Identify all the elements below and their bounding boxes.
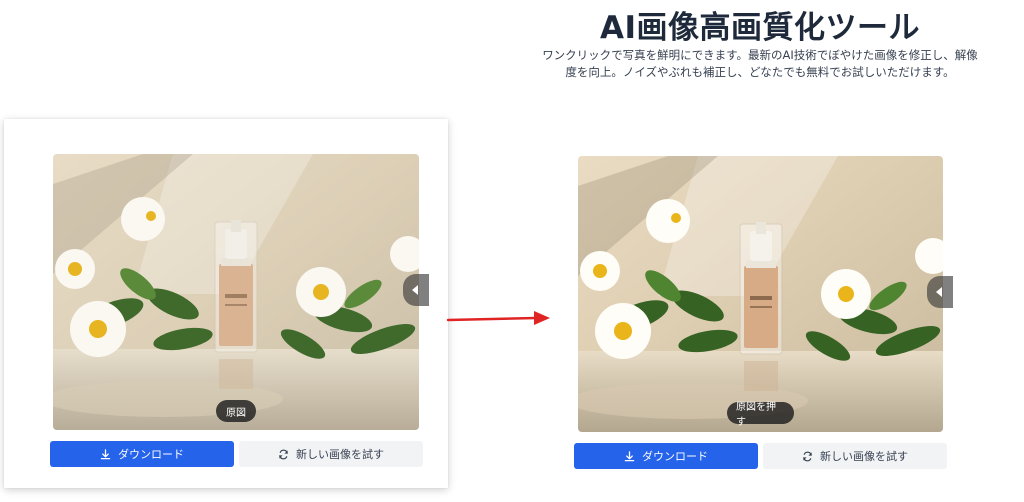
original-image: [53, 154, 419, 430]
try-new-image-button[interactable]: 新しい画像を試す: [239, 441, 423, 467]
compare-slider-handle[interactable]: [927, 276, 953, 308]
download-button-label: ダウンロード: [642, 450, 708, 463]
try-new-image-button[interactable]: 新しい画像を試す: [763, 443, 947, 469]
product-photo-original: [53, 154, 419, 430]
refresh-icon: [803, 451, 812, 461]
download-button[interactable]: ダウンロード: [50, 441, 234, 467]
page-description: ワンクリックで写真を鮮明にできます。最新のAI技術でぼやけた画像を修正し、解像度…: [542, 48, 978, 79]
page-title: AI画像高画質化ツール: [599, 10, 921, 46]
chevron-left-icon: [936, 287, 942, 297]
compare-slider-handle[interactable]: [403, 274, 429, 306]
download-icon: [624, 450, 635, 461]
download-icon: [100, 448, 111, 459]
download-button[interactable]: ダウンロード: [574, 443, 758, 469]
try-new-image-label: 新しい画像を試す: [820, 450, 908, 463]
product-photo-enhanced: [578, 156, 943, 432]
download-button-label: ダウンロード: [118, 448, 184, 461]
enhanced-image: [578, 156, 943, 432]
try-new-image-label: 新しい画像を試す: [296, 448, 384, 461]
show-original-button[interactable]: 原図を押す: [727, 402, 794, 428]
refresh-icon: [279, 449, 288, 459]
right-arrow-icon: [446, 311, 550, 325]
original-label-badge: 原図: [216, 400, 256, 422]
chevron-left-icon: [412, 285, 418, 295]
